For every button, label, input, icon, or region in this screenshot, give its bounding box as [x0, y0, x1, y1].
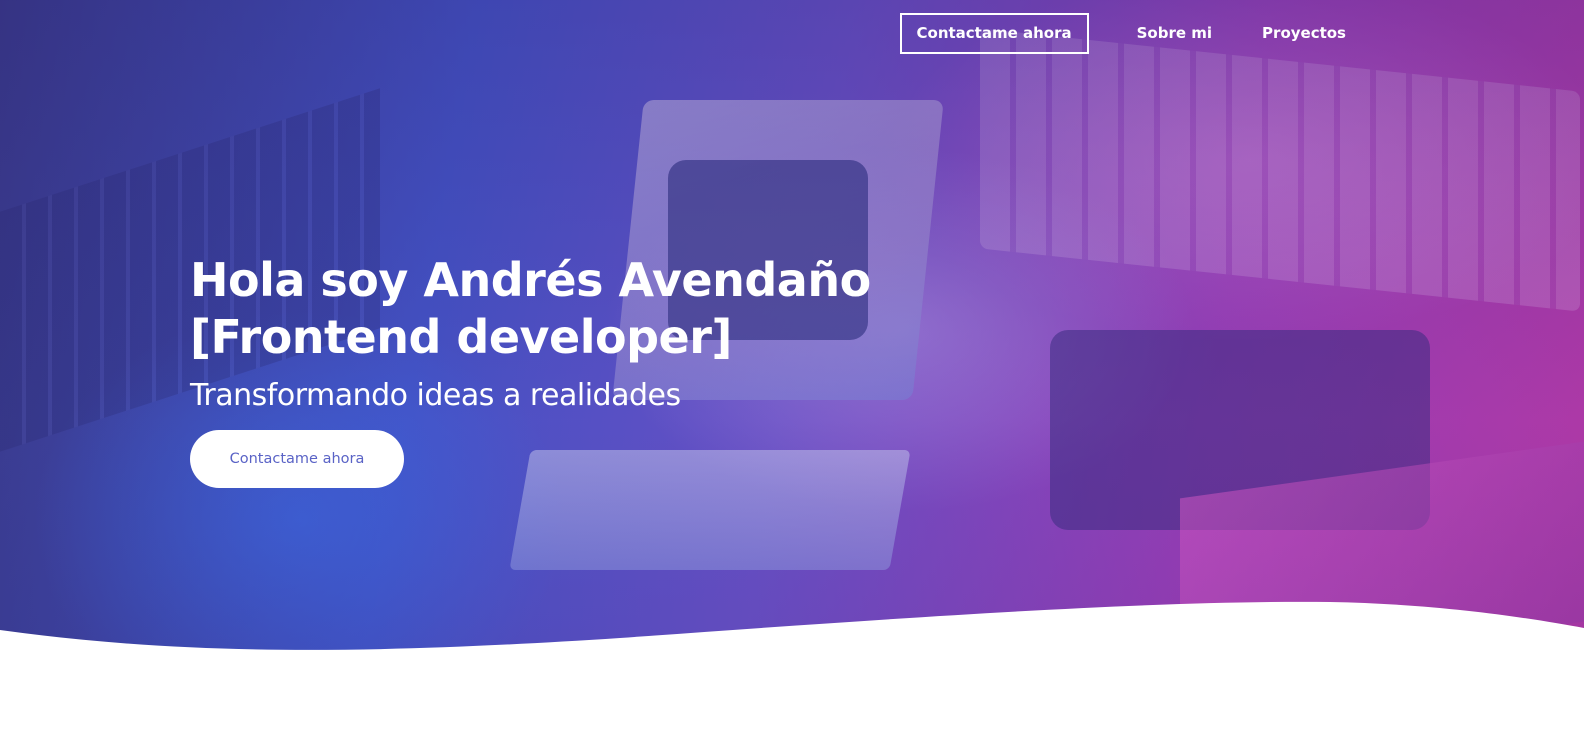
hero-subtitle: Transformando ideas a realidades	[190, 378, 681, 413]
hero-title: Hola soy Andrés Avendaño [Frontend devel…	[190, 253, 871, 364]
nav-projects-link[interactable]: Proyectos	[1246, 14, 1362, 53]
top-navigation: Contactame ahora Sobre mi Proyectos	[896, 13, 1363, 54]
hero-section: Contactame ahora Sobre mi Proyectos Hola…	[0, 0, 1584, 700]
hero-content: Hola soy Andrés Avendaño [Frontend devel…	[190, 252, 1130, 488]
page: Contactame ahora Sobre mi Proyectos Hola…	[0, 0, 1584, 753]
nav-about-link[interactable]: Sobre mi	[1121, 14, 1228, 53]
contact-cta-button[interactable]: Contactame ahora	[190, 430, 404, 488]
hero-wave-divider	[0, 601, 1584, 700]
nav-contact-button[interactable]: Contactame ahora	[899, 13, 1089, 54]
